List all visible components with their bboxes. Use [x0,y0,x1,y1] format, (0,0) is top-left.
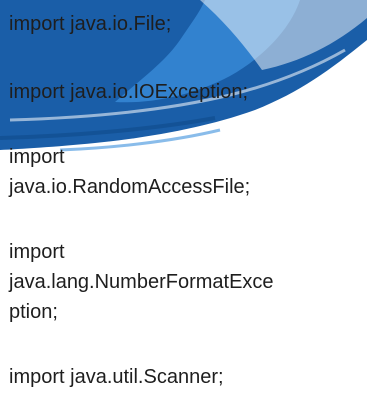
code-line-numberformatexception-part1: java.lang.NumberFormatExce [9,271,274,293]
code-line-numberformatexception-part2: ption; [9,301,58,323]
code-line-randomaccessfile: java.io.RandomAccessFile; [9,176,251,198]
code-line-import-keyword: import [9,241,65,263]
code-line-import-keyword: import [9,146,65,168]
code-line-import-file: import java.io.File; [9,13,172,35]
code-line-import-scanner: import java.util.Scanner; [9,366,224,388]
document-page: import java.io.File; import java.io.IOEx… [0,0,367,411]
code-line-import-ioexception: import java.io.IOException; [9,81,248,103]
